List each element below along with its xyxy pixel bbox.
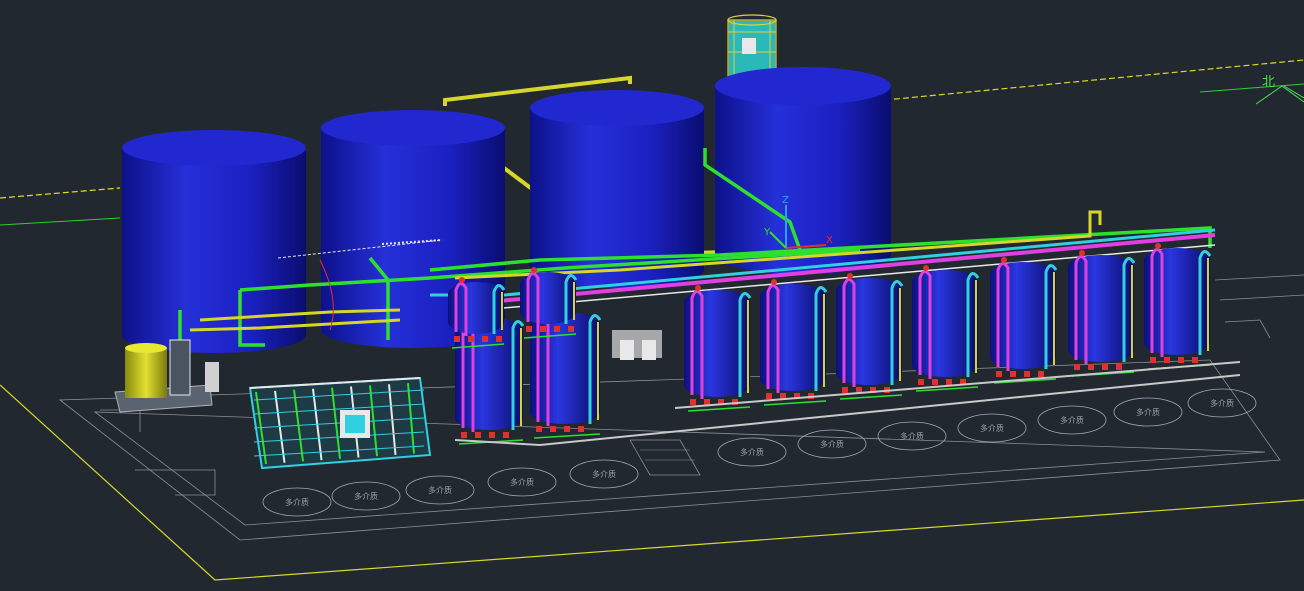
foundation-label: 多介质: [740, 447, 764, 457]
ucs-z-label: Z: [782, 195, 789, 206]
filter-vessel: [990, 257, 1058, 384]
foundation-label: 多介质: [1210, 398, 1234, 408]
foundation-label: 多介质: [592, 469, 616, 479]
ucs-x-label: X: [826, 235, 833, 246]
foundation-label: 多介质: [980, 423, 1004, 433]
foundation-label: 多介质: [1060, 415, 1084, 425]
foundation-label: 多介质: [354, 491, 378, 501]
foundation-label: 多介质: [428, 485, 452, 495]
north-label: 北: [1262, 75, 1275, 90]
filter-vessel: [684, 285, 752, 412]
floor-grating: [629, 439, 701, 476]
foundation-label: 多介质: [1136, 407, 1160, 417]
foundation-label: 多介质: [510, 477, 534, 487]
membrane-skid: [248, 376, 432, 470]
pump-set: [612, 330, 662, 360]
equipment-outline-right: [1214, 274, 1304, 339]
storage-tank: [715, 67, 891, 274]
foundation-label: 多介质: [285, 497, 309, 507]
filter-vessel: [1068, 250, 1136, 377]
foundation-label: 多介质: [900, 431, 924, 441]
filter-vessel: [760, 279, 828, 406]
filter-vessel: [1144, 243, 1212, 370]
ucs-y-label: Y: [763, 227, 771, 238]
foundation-label: 多介质: [820, 439, 844, 449]
filter-vessel: [836, 273, 904, 400]
model-3d-view[interactable]: 多介质多介质多介质多介质多介质多介质多介质多介质多介质多介质多介质多介质 Z Y…: [0, 0, 1304, 591]
filter-vessel: [912, 265, 980, 392]
north-arrow-icon[interactable]: 北: [1255, 75, 1304, 105]
cad-viewport[interactable]: 多介质 多介质 多介质 多介质 多介质 多介质 多介质 多介质 多介质 多介质 多介质 多介质: [0, 0, 1304, 591]
